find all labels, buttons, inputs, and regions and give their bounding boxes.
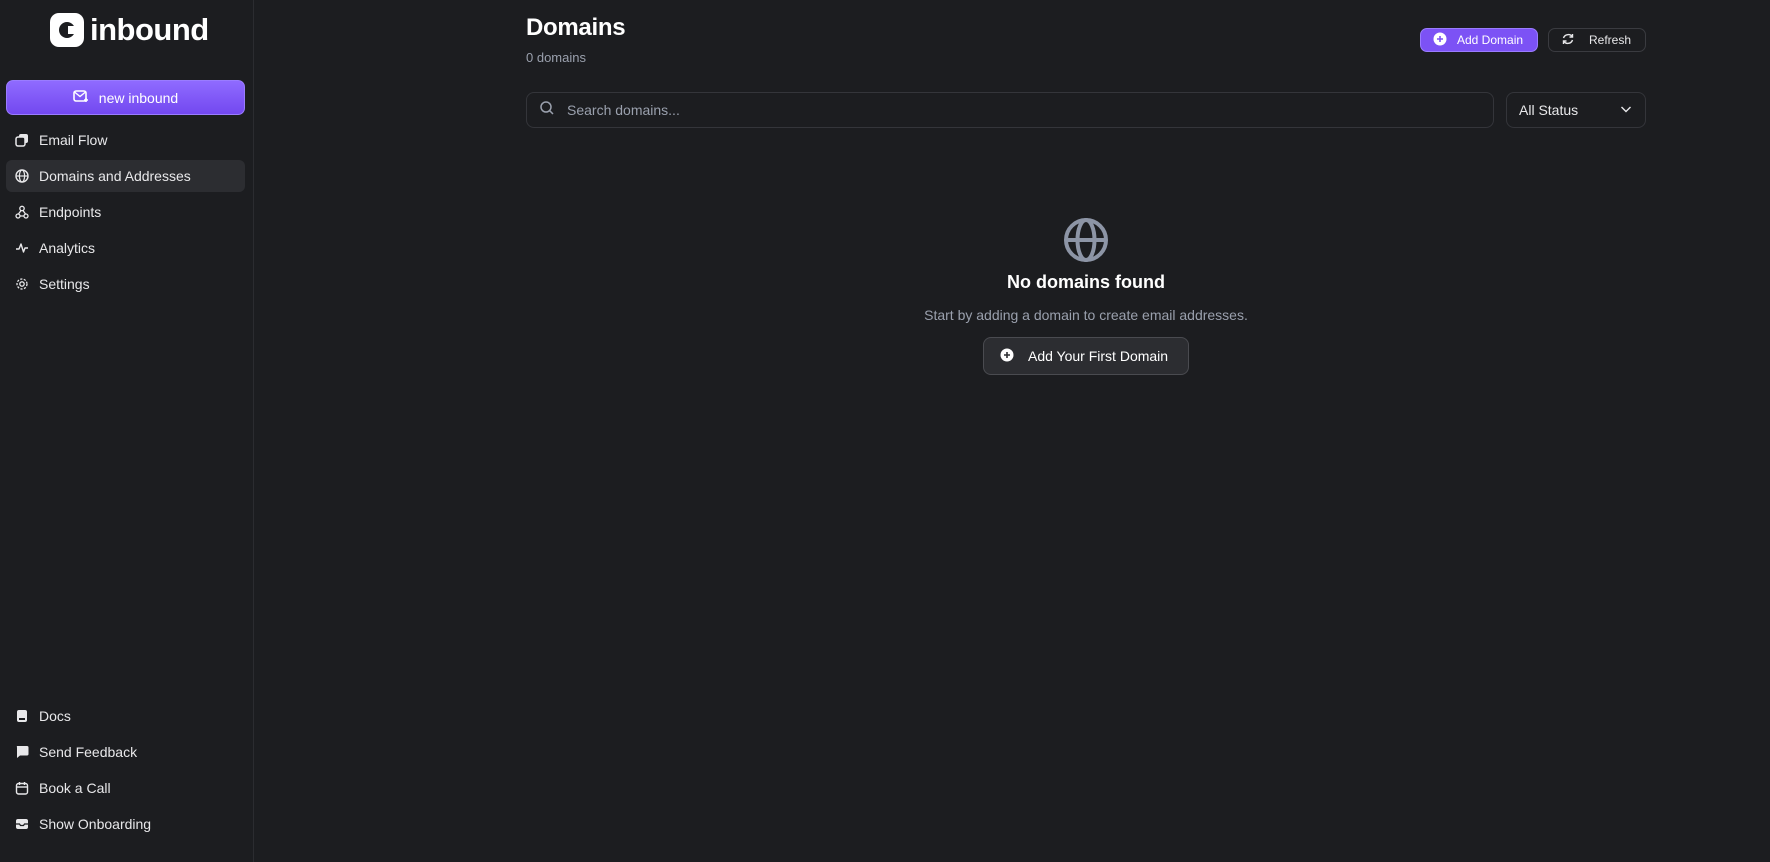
sidebar-nav: Email Flow Domains and Addresses Endpoin…: [6, 124, 245, 304]
sidebar-item-email-flow[interactable]: Email Flow: [6, 124, 245, 156]
sidebar-item-label: Book a Call: [39, 780, 111, 796]
add-first-domain-label: Add Your First Domain: [1028, 348, 1169, 364]
search-bar: [526, 92, 1494, 128]
sidebar-item-label: Email Flow: [39, 132, 108, 148]
sidebar-item-send-feedback[interactable]: Send Feedback: [6, 736, 245, 768]
sidebar: inbound new inbound Email Flow Domains a…: [0, 0, 254, 862]
webhook-icon: [14, 205, 29, 220]
logo-text: inbound: [90, 12, 209, 47]
sidebar-item-label: Docs: [39, 708, 71, 724]
calendar-icon: [14, 781, 29, 796]
search-input[interactable]: [567, 93, 1493, 127]
logo[interactable]: inbound: [50, 12, 209, 48]
sidebar-item-endpoints[interactable]: Endpoints: [6, 196, 245, 228]
globe-icon: [14, 169, 29, 184]
chat-bubble-icon: [14, 745, 29, 760]
activity-icon: [14, 241, 29, 256]
sidebar-item-label: Send Feedback: [39, 744, 138, 760]
sidebar-item-label: Analytics: [39, 240, 96, 256]
refresh-label: Refresh: [1589, 33, 1632, 47]
sidebar-item-label: Endpoints: [39, 204, 102, 220]
logo-mark-icon: [50, 13, 84, 47]
app-window: inbound new inbound Email Flow Domains a…: [0, 0, 1770, 862]
book-icon: [14, 709, 29, 724]
sidebar-item-domains[interactable]: Domains and Addresses: [6, 160, 245, 192]
new-inbound-label: new inbound: [98, 89, 179, 106]
plus-circle-icon: [1000, 348, 1014, 365]
page-title: Domains: [526, 14, 626, 41]
mail-plus-icon: [72, 89, 89, 106]
refresh-icon: [1561, 32, 1575, 49]
add-domain-label: Add Domain: [1457, 33, 1524, 47]
refresh-button[interactable]: Refresh: [1548, 28, 1646, 52]
sidebar-item-docs[interactable]: Docs: [6, 700, 245, 732]
empty-state: No domains found Start by adding a domai…: [526, 216, 1646, 375]
sidebar-bottom-nav: Docs Send Feedback Book a Call Show Onbo…: [6, 700, 245, 844]
status-filter-select[interactable]: All Status: [1506, 92, 1646, 128]
plus-circle-icon: [1433, 32, 1447, 49]
sidebar-item-label: Domains and Addresses: [39, 168, 191, 184]
search-icon: [539, 100, 555, 121]
add-first-domain-button[interactable]: Add Your First Domain: [983, 337, 1189, 375]
chevron-down-icon: [1619, 102, 1633, 119]
inbox-icon: [14, 817, 29, 832]
empty-state-text: Start by adding a domain to create email…: [924, 307, 1248, 323]
gear-icon: [14, 277, 29, 292]
add-domain-button[interactable]: Add Domain: [1420, 28, 1538, 52]
domain-count: 0 domains: [526, 50, 586, 65]
empty-state-title: No domains found: [1007, 272, 1165, 292]
sidebar-item-analytics[interactable]: Analytics: [6, 232, 245, 264]
status-filter-value: All Status: [1519, 102, 1579, 118]
globe-icon: [1062, 216, 1110, 264]
sidebar-item-show-onboarding[interactable]: Show Onboarding: [6, 808, 245, 840]
sidebar-item-settings[interactable]: Settings: [6, 268, 245, 300]
email-flow-icon: [14, 133, 29, 148]
sidebar-item-label: Show Onboarding: [39, 816, 152, 832]
new-inbound-button[interactable]: new inbound: [6, 80, 245, 115]
sidebar-item-label: Settings: [39, 276, 90, 292]
sidebar-item-book-call[interactable]: Book a Call: [6, 772, 245, 804]
